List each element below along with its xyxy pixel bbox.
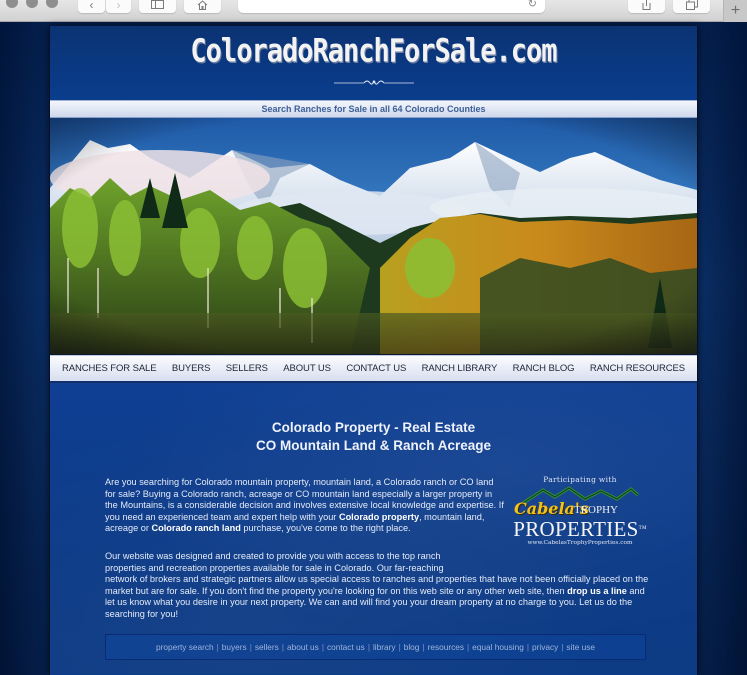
- footer-separator: |: [526, 642, 529, 652]
- mountain-landscape-image: [50, 118, 697, 354]
- nav-ranch-resources[interactable]: RANCH RESOURCES: [590, 363, 685, 374]
- intro-bold-colorado-ranch-land: Colorado ranch land: [151, 523, 241, 534]
- back-button[interactable]: ‹: [78, 0, 105, 13]
- address-bar[interactable]: ↻: [238, 0, 545, 13]
- intro-text-3: purchase, you've come to the right place…: [240, 523, 411, 534]
- para2-line-2: properties and recreation properties ava…: [105, 562, 444, 573]
- footer-separator: |: [216, 642, 219, 652]
- footer-separator: |: [467, 642, 470, 652]
- show-tabs-button[interactable]: [673, 0, 710, 13]
- nav-sellers[interactable]: SELLERS: [226, 363, 268, 374]
- intro-paragraph: Are you searching for Colorado mountain …: [105, 477, 505, 535]
- participating-label: Participating with: [543, 475, 617, 484]
- footer-link-sellers[interactable]: sellers: [255, 642, 279, 652]
- forward-button[interactable]: ›: [106, 0, 131, 13]
- footer-separator: |: [281, 642, 284, 652]
- search-counties-banner[interactable]: Search Ranches for Sale in all 64 Colora…: [50, 100, 697, 118]
- minimize-window-button[interactable]: [26, 0, 38, 8]
- cabelas-partner-logo[interactable]: Participating with Cabela's TROPHY PROPE…: [510, 475, 650, 555]
- footer-separator: |: [398, 642, 401, 652]
- sidebar-icon: [151, 0, 164, 9]
- sidebar-button[interactable]: [139, 0, 176, 13]
- footer-link-site-use[interactable]: site use: [566, 642, 595, 652]
- footer-separator: |: [422, 642, 425, 652]
- nav-buyers[interactable]: BUYERS: [172, 363, 211, 374]
- footer-link-contact-us[interactable]: contact us: [327, 642, 365, 652]
- site-logo[interactable]: ColoradoRanchForSale.com: [50, 33, 697, 70]
- headline-line-2: CO Mountain Land & Ranch Acreage: [255, 438, 492, 453]
- close-window-button[interactable]: [6, 0, 18, 8]
- cabelas-url[interactable]: www.CabelasTrophyProperties.com: [510, 540, 650, 546]
- share-icon: [642, 0, 651, 10]
- zoom-window-button[interactable]: [46, 0, 58, 8]
- footer-link-privacy[interactable]: privacy: [532, 642, 558, 652]
- main-content: Colorado Property - Real Estate CO Mount…: [50, 383, 697, 674]
- nav-ranch-blog[interactable]: RANCH BLOG: [513, 363, 575, 374]
- tabs-icon: [685, 0, 698, 10]
- footer-separator: |: [561, 642, 564, 652]
- footer-link-blog[interactable]: blog: [404, 642, 420, 652]
- footer-link-about-us[interactable]: about us: [287, 642, 319, 652]
- hero-image: [50, 118, 697, 355]
- nav-contact-us[interactable]: CONTACT US: [346, 363, 406, 374]
- site-header: ColoradoRanchForSale.com: [50, 26, 697, 100]
- drop-us-a-line-link[interactable]: drop us a line: [567, 586, 627, 596]
- footer-links: property search | buyers | sellers | about …: [105, 634, 646, 660]
- second-paragraph: Our website was designed and created to …: [105, 551, 650, 621]
- intro-bold-colorado-property: Colorado property: [338, 511, 420, 522]
- trademark-mark: TM: [638, 526, 647, 531]
- footer-separator: |: [321, 642, 324, 652]
- nav-ranch-library[interactable]: RANCH LIBRARY: [422, 363, 498, 374]
- browser-toolbar: ‹ › ↻ +: [0, 0, 747, 22]
- reload-icon[interactable]: ↻: [528, 0, 537, 10]
- new-tab-button[interactable]: +: [723, 0, 747, 22]
- properties-text: PROPERTIESTM: [510, 519, 650, 540]
- home-button[interactable]: [184, 0, 221, 13]
- footer-link-library[interactable]: library: [373, 642, 396, 652]
- para2-line-1: Our website was designed and created to …: [105, 551, 441, 561]
- footer-separator: |: [367, 642, 370, 652]
- footer-separator: |: [249, 642, 252, 652]
- footer-link-equal-housing[interactable]: equal housing: [472, 642, 524, 652]
- site-container: ColoradoRanchForSale.com Search Ranches …: [49, 26, 698, 675]
- nav-about-us[interactable]: ABOUT US: [283, 363, 331, 374]
- share-button[interactable]: [628, 0, 665, 13]
- chevron-left-icon: ‹: [89, 0, 94, 12]
- footer-link-resources[interactable]: resources: [428, 642, 464, 652]
- footer-link-property-search[interactable]: property search: [156, 642, 214, 652]
- page-headline: Colorado Property - Real Estate CO Mount…: [50, 419, 697, 455]
- main-nav: RANCHES FOR SALE BUYERS SELLERS ABOUT US…: [50, 355, 697, 383]
- chevron-right-icon: ›: [116, 0, 121, 12]
- trophy-text: TROPHY: [574, 504, 619, 516]
- plus-icon: +: [730, 2, 741, 19]
- nav-ranches-for-sale[interactable]: RANCHES FOR SALE: [62, 363, 157, 374]
- footer-link-buyers[interactable]: buyers: [222, 642, 247, 652]
- search-counties-link[interactable]: Search Ranches for Sale in all 64 Colora…: [261, 104, 485, 114]
- headline-line-1: Colorado Property - Real Estate: [271, 420, 476, 435]
- home-icon: [197, 0, 208, 10]
- flourish-ornament-icon: [334, 79, 414, 85]
